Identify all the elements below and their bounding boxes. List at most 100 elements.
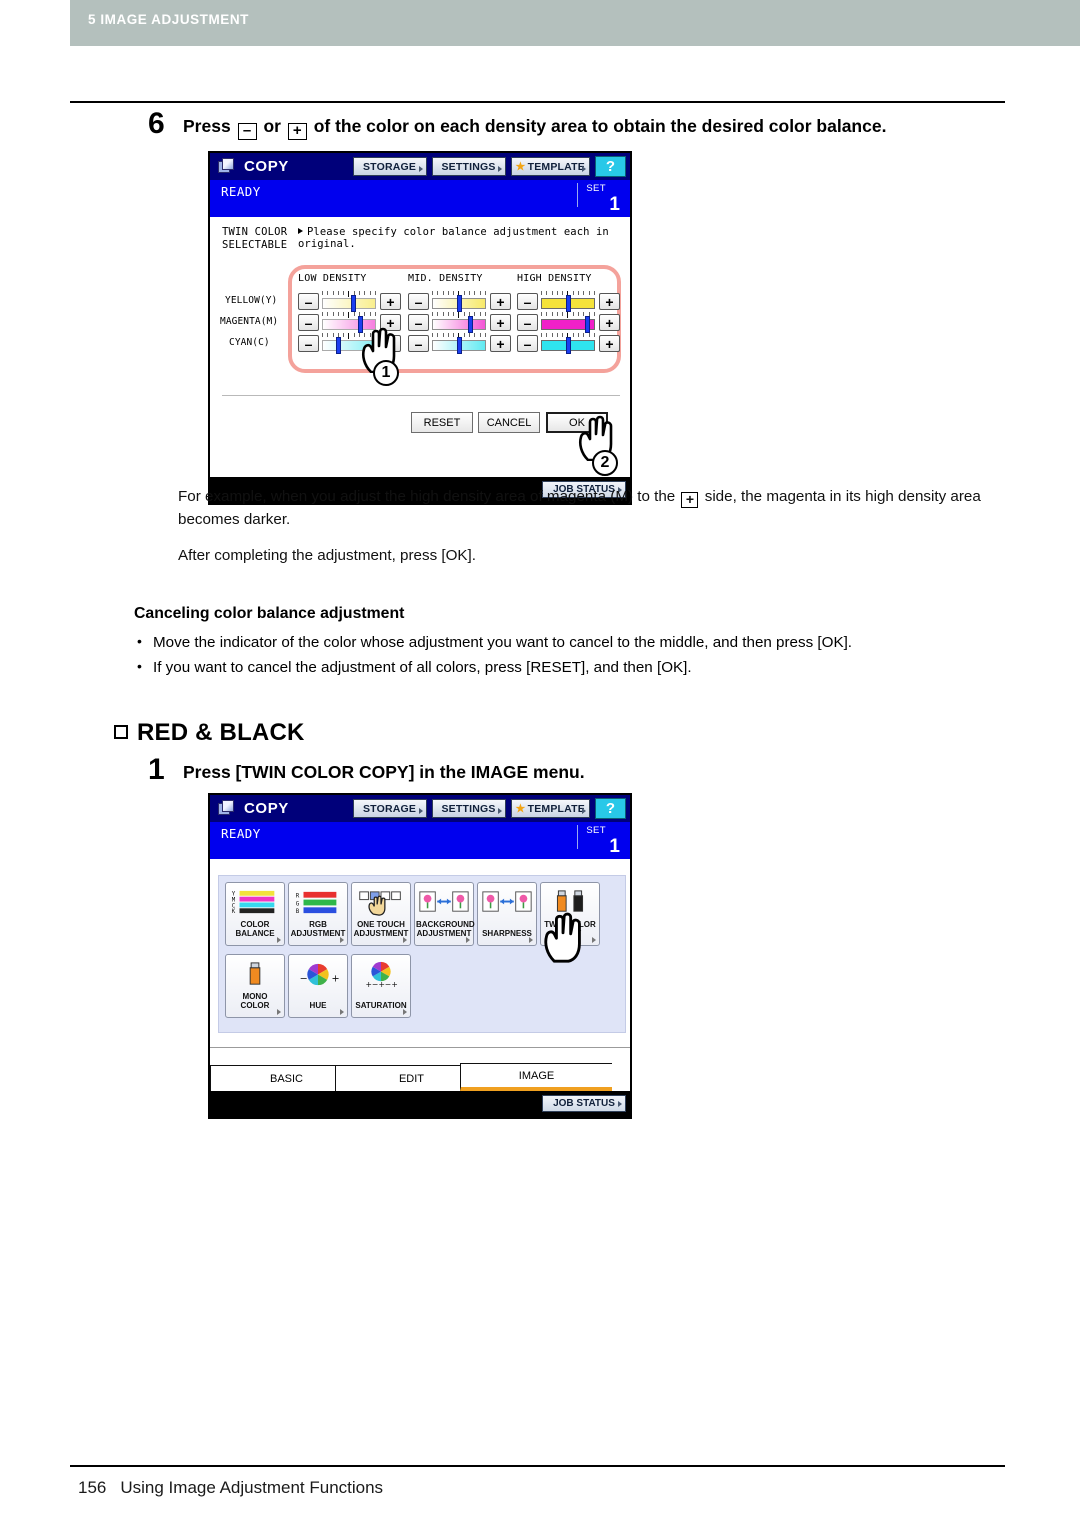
set-value: 1: [609, 194, 620, 215]
menu-button-saturation[interactable]: +−+−+ SATURATION: [351, 954, 411, 1018]
minus-keycap-icon: –: [237, 123, 257, 140]
cancel-button[interactable]: CANCEL: [478, 412, 540, 433]
set-label: SET: [586, 183, 606, 194]
step-6-text-after: of the color on each density area to obt…: [313, 116, 887, 136]
footer-title: Using Image Adjustment Functions: [120, 1478, 384, 1497]
lcd-screenshot-image-menu: COPY STORAGE SETTINGS ★ TEMPLATE ? READY…: [208, 793, 632, 1119]
slider-indicator[interactable]: [335, 337, 341, 354]
list-item: Move the indicator of the color whose ad…: [134, 629, 1014, 655]
density-slider[interactable]: [432, 291, 486, 312]
slider-indicator[interactable]: [456, 337, 462, 354]
menu-button-color-balance[interactable]: Y M C K COLOR BALANCE: [225, 882, 285, 946]
lcd2-status-bar: READY SET 1: [210, 822, 630, 859]
chevron-right-icon: [340, 1009, 344, 1015]
slider-indicator[interactable]: [350, 295, 356, 312]
chevron-right-icon: [403, 937, 407, 943]
plus-button[interactable]: +: [599, 293, 620, 310]
example-paragraph-text-a: For example, when you adjust the high de…: [178, 488, 676, 505]
color-bars-rgb-icon: RGB: [289, 888, 347, 918]
color-bars-ymck-icon: YMCK: [226, 888, 284, 918]
twin-color-selectable-label: TWIN COLOR SELECTABLE: [222, 226, 288, 251]
menu-button-sharpness[interactable]: SHARPNESS: [477, 882, 537, 946]
plus-button[interactable]: +: [599, 335, 620, 352]
chevron-right-icon: [497, 808, 502, 814]
status-divider: [577, 825, 578, 849]
plus-button[interactable]: +: [490, 314, 511, 331]
plus-button[interactable]: +: [490, 293, 511, 310]
plus-button[interactable]: +: [380, 293, 401, 310]
slider-track: [322, 298, 376, 309]
section-title-red-and-black: RED & BLACK: [114, 719, 305, 747]
minus-button[interactable]: –: [408, 335, 429, 352]
minus-button[interactable]: –: [408, 314, 429, 331]
copy-app-icon: [218, 158, 237, 175]
minus-button[interactable]: –: [517, 314, 538, 331]
instruction-message-text: Please specify color balance adjustment …: [298, 226, 609, 250]
slider-indicator[interactable]: [456, 295, 462, 312]
storage-button[interactable]: STORAGE: [352, 799, 427, 818]
chevron-right-icon: [582, 808, 586, 814]
menu-button-background-adjustment[interactable]: BACKGROUND ADJUSTMENT: [414, 882, 475, 946]
tab-edit-label: EDIT: [398, 1072, 425, 1085]
menu-button-label: ONE TOUCH ADJUSTMENT: [353, 920, 409, 938]
storage-button[interactable]: STORAGE: [352, 157, 427, 176]
tab-image[interactable]: IMAGE: [460, 1062, 625, 1091]
menu-button-rgb-adjustment[interactable]: R G B RGB ADJUSTMENT: [288, 882, 348, 946]
tab-image-label: IMAGE: [518, 1069, 555, 1082]
menu-button-label: RGB ADJUSTMENT: [290, 920, 346, 938]
step-6-text-before: Press: [183, 116, 231, 136]
density-slider[interactable]: [541, 333, 595, 354]
set-label: SET: [586, 825, 606, 836]
section-title-text: RED & BLACK: [137, 719, 305, 746]
plus-button[interactable]: +: [599, 314, 620, 331]
menu-button-one-touch-adjustment[interactable]: ONE TOUCH ADJUSTMENT: [351, 882, 411, 946]
slider-indicator[interactable]: [584, 316, 590, 333]
density-slider[interactable]: [432, 312, 486, 333]
minus-button[interactable]: –: [298, 335, 319, 352]
menu-button-label: COLOR BALANCE: [235, 920, 275, 938]
minus-button[interactable]: –: [517, 293, 538, 310]
minus-button[interactable]: –: [298, 314, 319, 331]
slider-ticks: [432, 312, 486, 318]
step-1-number: 1: [148, 753, 165, 786]
template-button[interactable]: ★ TEMPLATE: [510, 799, 590, 818]
help-button[interactable]: ?: [595, 156, 626, 177]
slider-indicator[interactable]: [565, 295, 571, 312]
slider-ticks: [322, 312, 376, 318]
settings-button[interactable]: SETTINGS: [431, 799, 506, 818]
help-button[interactable]: ?: [595, 798, 626, 819]
slider-indicator[interactable]: [468, 316, 474, 333]
minus-button[interactable]: –: [517, 335, 538, 352]
density-slider[interactable]: [541, 312, 595, 333]
minus-button[interactable]: –: [298, 293, 319, 310]
menu-button-label: HUE: [309, 1001, 327, 1010]
reset-button[interactable]: RESET: [411, 412, 473, 433]
minus-button[interactable]: –: [408, 293, 429, 310]
plus-button[interactable]: +: [490, 335, 511, 352]
slider-indicator[interactable]: [565, 337, 571, 354]
job-status-button[interactable]: JOB STATUS: [542, 1095, 626, 1112]
chevron-right-icon: [618, 1101, 622, 1107]
density-slider[interactable]: [541, 291, 595, 312]
template-button[interactable]: ★ TEMPLATE: [510, 157, 590, 176]
slider-track: [432, 319, 486, 330]
tab-basic-label: BASIC: [269, 1072, 303, 1085]
menu-button-mono-color[interactable]: MONO COLOR: [225, 954, 285, 1018]
chevron-right-icon: [497, 166, 502, 172]
list-item: If you want to cancel the adjustment of …: [134, 654, 1014, 680]
triangle-bullet-icon: [298, 228, 303, 234]
svg-text:+−+−+: +−+−+: [366, 980, 398, 989]
chevron-right-icon: [582, 166, 586, 172]
lcd1-title: COPY: [244, 158, 289, 175]
chevron-right-icon: [340, 937, 344, 943]
menu-button-hue[interactable]: − + HUE: [288, 954, 348, 1018]
callout-badge-1: 1: [373, 360, 399, 386]
chevron-right-icon: [277, 1009, 281, 1015]
density-slider[interactable]: [322, 291, 376, 312]
canceling-heading: Canceling color balance adjustment: [134, 605, 405, 622]
saturation-wheel-icon: +−+−+: [352, 960, 410, 990]
copy-app-icon: [218, 800, 237, 817]
low-density-header: LOW DENSITY: [298, 273, 367, 284]
settings-button[interactable]: SETTINGS: [431, 157, 506, 176]
density-slider[interactable]: [432, 333, 486, 354]
